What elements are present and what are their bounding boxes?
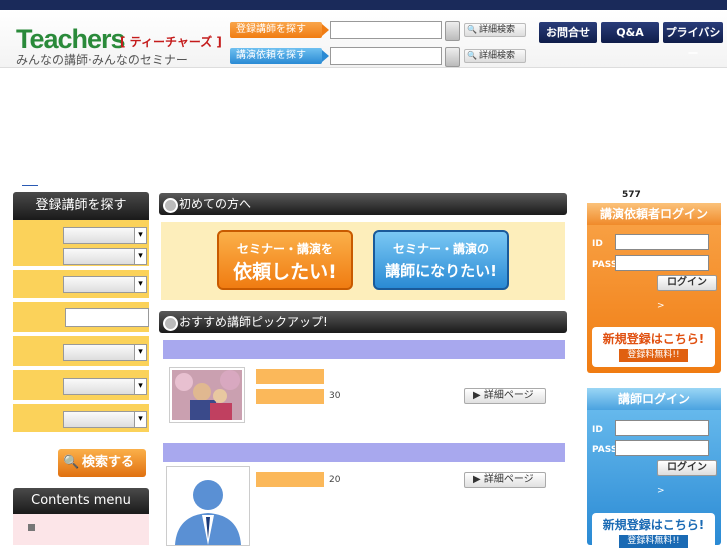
teacher-search-label: 登録講師を探す bbox=[230, 22, 329, 38]
filter-block-6 bbox=[13, 404, 149, 436]
filter-select-6[interactable] bbox=[63, 411, 147, 428]
pickup-section-title: おすすめ講師ピックアップ! bbox=[159, 311, 567, 333]
teacher-search-input[interactable] bbox=[330, 21, 442, 39]
teacher-age-1: 30 bbox=[329, 391, 341, 401]
teacher-photo-1[interactable] bbox=[169, 367, 245, 423]
site-header: Teachers [ ティーチャーズ ] みんなの講師·みんなのセミナー 登録講… bbox=[0, 10, 727, 68]
top-stripe bbox=[0, 0, 727, 10]
teacher-pass-input[interactable] bbox=[615, 440, 709, 456]
filter-block-3 bbox=[13, 302, 149, 336]
filter-select-5[interactable] bbox=[63, 378, 147, 395]
client-login-title: 講演依頼者ログイン bbox=[587, 203, 721, 225]
teacher-search-submit[interactable] bbox=[445, 21, 460, 41]
client-pass-label: PASS bbox=[592, 260, 618, 270]
teacher-name-bar-2 bbox=[256, 472, 324, 487]
nav-faq[interactable]: Q&A bbox=[601, 22, 659, 43]
intro-panel: セミナー・講演を 依頼したい! セミナー・講演の 講師になりたい! bbox=[161, 222, 565, 300]
teacher-detail-button-1[interactable]: ▶ 詳細ページ bbox=[464, 388, 546, 404]
become-lecturer-line1: セミナー・講演の bbox=[392, 242, 489, 256]
lecture-search-submit[interactable] bbox=[445, 47, 460, 67]
intro-section-title: 初めての方へ bbox=[159, 193, 567, 215]
teacher-detail-button-2[interactable]: ▶ 詳細ページ bbox=[464, 472, 546, 488]
client-login-panel: 講演依頼者ログイン ID PASS ログイン > 新規登録はこちら! 登録料無料… bbox=[587, 203, 721, 373]
client-login-arrow[interactable]: > bbox=[657, 301, 665, 311]
filter-select-4[interactable] bbox=[63, 344, 147, 361]
lecture-search-input[interactable] bbox=[330, 47, 442, 65]
lecture-detail-search-button[interactable]: 詳細検索 bbox=[464, 49, 526, 63]
teacher-photo-2[interactable] bbox=[166, 466, 250, 546]
filter-keyword-input[interactable] bbox=[65, 308, 149, 327]
become-lecturer-line2: 講師になりたい! bbox=[385, 262, 497, 280]
client-register-label: 新規登録はこちら! bbox=[602, 332, 705, 346]
site-tagline: みんなの講師·みんなのセミナー bbox=[16, 53, 188, 67]
sidebar-search-button[interactable]: 検索する bbox=[58, 449, 146, 477]
teacher-photo-2-placeholder bbox=[169, 469, 247, 545]
client-register-button[interactable]: 新規登録はこちら! 登録料無料!! bbox=[592, 327, 715, 367]
teacher-name-bar-1 bbox=[256, 369, 324, 384]
teacher-register-free: 登録料無料!! bbox=[619, 535, 688, 548]
become-lecturer-button[interactable]: セミナー・講演の 講師になりたい! bbox=[373, 230, 509, 290]
teacher-register-label: 新規登録はこちら! bbox=[602, 518, 705, 532]
request-seminar-button[interactable]: セミナー・講演を 依頼したい! bbox=[217, 230, 353, 290]
pickup-card-2: 20 ▶ 詳細ページ bbox=[163, 462, 565, 546]
request-seminar-line2: 依頼したい! bbox=[233, 261, 337, 283]
filter-block-2 bbox=[13, 270, 149, 302]
contents-menu-bullet bbox=[28, 524, 35, 531]
teacher-detail-search-button[interactable]: 詳細検索 bbox=[464, 23, 526, 37]
pickup-band-1 bbox=[163, 340, 565, 359]
filter-select-2[interactable] bbox=[63, 248, 147, 265]
nav-contact[interactable]: お問合せ bbox=[539, 22, 597, 43]
teacher-photo-1-image bbox=[172, 370, 242, 420]
teacher-login-title: 講師ログイン bbox=[587, 388, 721, 410]
filter-block-5 bbox=[13, 370, 149, 404]
sidebar-search-title: 登録講師を探す bbox=[13, 192, 149, 226]
lecture-search-label: 講演依頼を探す bbox=[230, 48, 329, 64]
request-seminar-line1: セミナー・講演を bbox=[236, 242, 333, 256]
client-id-label: ID bbox=[592, 239, 603, 249]
nav-privacy[interactable]: プライバシー bbox=[663, 22, 723, 60]
filter-block-1 bbox=[13, 220, 149, 270]
filter-block-4 bbox=[13, 336, 149, 370]
pickup-card-1: 30 ▶ 詳細ページ bbox=[163, 359, 565, 441]
teacher-register-button[interactable]: 新規登録はこちら! 登録料無料!! bbox=[592, 513, 715, 553]
pickup-band-2 bbox=[163, 443, 565, 462]
member-count: 577 bbox=[622, 190, 641, 200]
client-login-button[interactable]: ログイン bbox=[657, 275, 717, 291]
teacher-login-arrow[interactable]: > bbox=[657, 486, 665, 496]
teacher-title-bar-1 bbox=[256, 389, 324, 404]
teacher-id-input[interactable] bbox=[615, 420, 709, 436]
client-id-input[interactable] bbox=[615, 234, 709, 250]
teacher-login-button[interactable]: ログイン bbox=[657, 460, 717, 476]
site-logo-kana: [ ティーチャーズ ] bbox=[120, 35, 222, 49]
client-pass-input[interactable] bbox=[615, 255, 709, 271]
teacher-pass-label: PASS bbox=[592, 445, 618, 455]
teacher-age-2: 20 bbox=[329, 475, 341, 485]
teacher-login-panel: 講師ログイン ID PASS ログイン > 新規登録はこちら! 登録料無料!! bbox=[587, 388, 721, 553]
client-register-free: 登録料無料!! bbox=[619, 349, 688, 362]
filter-select-1[interactable] bbox=[63, 227, 147, 244]
sidebar-search: 登録講師を探す bbox=[13, 192, 149, 436]
filter-select-3[interactable] bbox=[63, 276, 147, 293]
divider bbox=[22, 185, 38, 186]
contents-menu-title: Contents menu bbox=[13, 488, 149, 514]
teacher-id-label: ID bbox=[592, 425, 603, 435]
